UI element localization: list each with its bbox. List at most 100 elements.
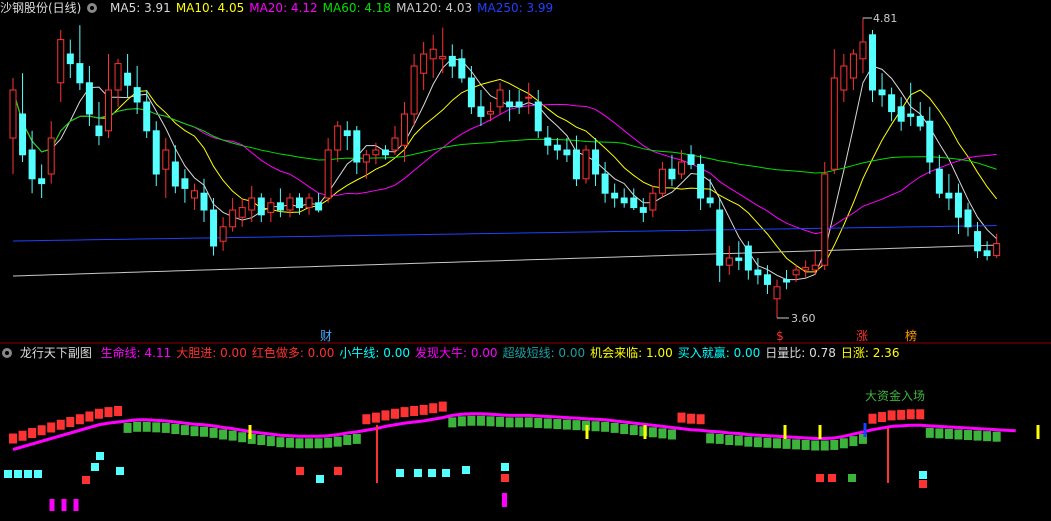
candle-body — [362, 154, 370, 163]
signal-block — [116, 467, 124, 475]
sub-green-bar — [543, 418, 552, 429]
sub-green-bar — [964, 430, 972, 441]
sub-red-bar — [37, 425, 46, 436]
candle-body — [171, 161, 179, 187]
candle-body — [763, 274, 771, 285]
candle-body — [296, 197, 303, 209]
candle-body — [410, 65, 418, 115]
candle-body — [983, 250, 991, 257]
candle-body — [372, 149, 380, 156]
ma250-line — [12, 225, 997, 242]
candle-body — [668, 168, 676, 180]
candle-body — [658, 168, 666, 194]
sub-red-bar — [371, 412, 380, 423]
candle-body — [582, 149, 590, 180]
yellow-flag — [248, 425, 252, 439]
stock-chart[interactable]: 4.81 3.60 财 $ 涨 榜大资金入场 — [0, 0, 1051, 521]
candle-body — [267, 202, 275, 213]
candle-body — [28, 149, 36, 180]
sub-red-bar — [410, 406, 419, 416]
sub-green-bar — [610, 422, 619, 433]
signal-block — [442, 469, 450, 477]
sub-green-bar — [935, 428, 944, 439]
signal-block — [24, 470, 32, 478]
ma10-line — [12, 78, 998, 273]
sub-red-bar — [75, 414, 84, 425]
sub-green-bar — [123, 422, 132, 433]
candle-body — [563, 149, 571, 156]
sub-red-bar — [916, 409, 925, 420]
candle-body — [821, 173, 829, 266]
candle-body — [869, 34, 876, 91]
sub-red-bar — [677, 412, 686, 423]
event-marker: 榜 — [905, 328, 917, 343]
sub-red-bar — [429, 403, 438, 414]
candle-body — [601, 173, 609, 194]
sub-green-bar — [983, 431, 992, 442]
candle-body — [210, 209, 218, 247]
sub-green-bar — [620, 424, 629, 434]
candle-body — [697, 163, 705, 199]
candle-body — [105, 89, 112, 132]
candle-body — [620, 197, 628, 204]
sub-green-bar — [811, 440, 820, 451]
candle-body — [678, 161, 685, 175]
candle-body — [945, 192, 953, 199]
sub-green-bar — [591, 421, 600, 432]
signal-block — [919, 471, 927, 479]
sub-green-bar — [333, 436, 342, 447]
sub-green-bar — [257, 435, 266, 445]
candle-body — [305, 197, 313, 209]
sub-green-bar — [171, 424, 180, 434]
candle-body — [611, 192, 619, 199]
signal-block — [428, 469, 436, 477]
candle-body — [114, 63, 122, 91]
candle-body — [19, 113, 27, 156]
candle-body — [592, 149, 600, 175]
candle-body — [420, 53, 428, 74]
sub-green-bar — [228, 430, 237, 441]
sub-green-bar — [457, 416, 466, 427]
candle-body — [66, 53, 74, 65]
sub-green-bar — [782, 438, 791, 449]
sub-green-bar — [343, 435, 352, 445]
candle-body — [229, 209, 237, 228]
candle-body — [401, 113, 409, 146]
sub-green-bar — [925, 427, 934, 438]
candle-body — [38, 178, 46, 185]
sub-green-bar — [285, 437, 294, 448]
signal-block — [96, 452, 104, 460]
sub-green-bar — [992, 431, 1001, 442]
sub-red-bar — [94, 408, 103, 419]
sub-green-bar — [486, 416, 495, 427]
sub-red-bar — [66, 417, 75, 427]
candle-body — [257, 197, 265, 216]
sub-green-bar — [820, 440, 829, 451]
signal-block — [848, 474, 856, 482]
sub-green-bar — [744, 436, 753, 447]
sub-green-bar — [476, 415, 485, 426]
blue-flag — [863, 423, 867, 437]
candle-body — [133, 87, 141, 103]
candle-body — [792, 269, 800, 276]
ma120-line — [12, 244, 997, 277]
magenta-signal — [49, 499, 55, 511]
signal-block — [82, 476, 90, 484]
sub-green-bar — [562, 419, 571, 430]
sub-green-bar — [553, 419, 562, 430]
candle-body — [181, 178, 189, 189]
signal-block — [91, 463, 99, 471]
candle-body — [515, 101, 523, 108]
candle-body — [830, 77, 838, 170]
candle-body — [878, 89, 886, 96]
candle-body — [849, 53, 857, 79]
sub-green-bar — [219, 429, 228, 440]
sub-green-bar — [515, 417, 524, 428]
sub-green-bar — [944, 428, 953, 439]
sub-green-bar — [180, 425, 189, 436]
sub-green-bar — [467, 415, 476, 426]
sub-green-bar — [830, 439, 839, 450]
sub-green-bar — [352, 433, 361, 444]
sub-green-bar — [505, 417, 514, 428]
candle-body — [783, 279, 791, 283]
